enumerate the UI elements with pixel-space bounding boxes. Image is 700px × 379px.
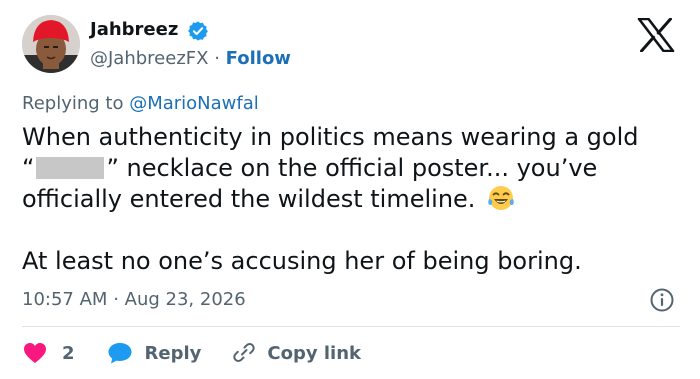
open-quote: “	[22, 154, 35, 182]
like-button[interactable]: 2	[22, 341, 75, 365]
replying-to-label: Replying to	[22, 93, 130, 114]
info-icon[interactable]	[649, 287, 675, 313]
time-separator: ·	[113, 289, 119, 310]
body-line-3-text: officially entered the wildest timeline.	[22, 185, 476, 213]
reply-mention-link[interactable]: @MarioNawfal	[129, 93, 259, 114]
reply-button[interactable]: Reply	[107, 341, 202, 365]
body-line-3: officially entered the wildest timeline.	[22, 184, 682, 215]
body-line-2-text: ” necklace on the official poster... you…	[106, 154, 598, 182]
tweet-date: Aug 23, 2026	[124, 289, 246, 310]
reply-label: Reply	[144, 342, 202, 364]
face-with-tears-of-joy-emoji	[488, 186, 514, 210]
tweet-time: 10:57 AM	[22, 289, 108, 310]
censored-word-block	[36, 157, 105, 179]
body-line-1: When authenticity in politics means wear…	[22, 123, 639, 151]
timestamp[interactable]: 10:57 AM · Aug 23, 2026	[22, 288, 246, 312]
copy-link-button[interactable]: Copy link	[231, 341, 361, 365]
x-logo-icon[interactable]	[637, 18, 675, 52]
body-line-4: At least no one’s accusing her of being …	[22, 247, 582, 275]
handle-separator: ·	[214, 48, 220, 69]
divider	[22, 326, 680, 327]
author-name[interactable]: Jahbreez	[90, 18, 178, 42]
link-icon	[233, 343, 256, 362]
action-bar: 2 Reply Copy link	[22, 337, 361, 369]
avatar[interactable]	[22, 15, 80, 73]
reply-context: Replying to @MarioNawfal	[22, 92, 259, 116]
like-count: 2	[62, 342, 75, 364]
body-line-2: “ ” necklace on the official poster... yo…	[22, 153, 682, 184]
heart-icon	[24, 343, 46, 363]
tweet-body: When authenticity in politics means wear…	[22, 122, 682, 277]
author-handle[interactable]: @JahbreezFX	[90, 48, 208, 69]
follow-button[interactable]: Follow	[226, 48, 291, 69]
tweet-card: Jahbreez @JahbreezFX · Follow Replying t…	[0, 0, 700, 379]
handle-row: @JahbreezFX · Follow	[90, 47, 291, 71]
verified-badge-icon	[188, 21, 208, 41]
reply-bubble-icon	[108, 343, 132, 364]
copy-link-label: Copy link	[267, 342, 361, 364]
